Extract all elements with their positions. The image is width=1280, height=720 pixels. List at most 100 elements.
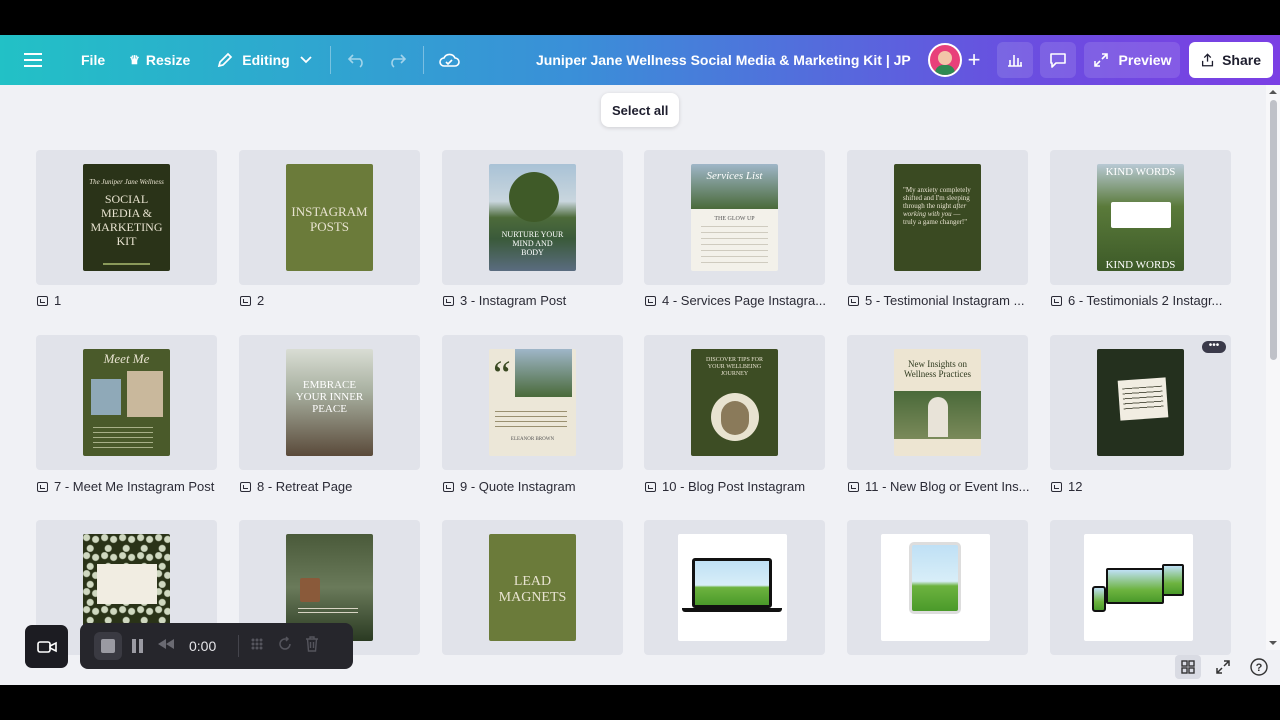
page-icon (443, 295, 454, 306)
select-all-button[interactable]: Select all (601, 93, 680, 127)
expand-icon (1093, 53, 1108, 67)
tablet-screen (1162, 564, 1184, 596)
page-tile-16[interactable] (644, 520, 825, 655)
page-thumbnail: KIND WORDS KIND WORDS (1097, 164, 1184, 271)
laptop-screen (692, 558, 772, 608)
fullscreen-button[interactable] (1212, 655, 1234, 679)
page-label-text: 9 - Quote Instagram (460, 479, 576, 494)
page-icon (848, 481, 859, 492)
page-tile-18[interactable] (1050, 520, 1231, 655)
crown-icon: ♛ (129, 53, 140, 67)
thumbnail-title: NURTURE YOUR MIND AND BODY (501, 230, 564, 257)
editing-mode-button[interactable]: Editing (206, 42, 321, 78)
page-tile-17[interactable] (847, 520, 1028, 655)
page-tile-5[interactable]: "My anxiety completely shifted and I'm s… (847, 150, 1028, 285)
video-camera-icon (36, 640, 57, 653)
page-thumbnail: NURTURE YOUR MIND AND BODY (489, 164, 576, 271)
page-tile-12[interactable]: ••• (1050, 335, 1231, 470)
redo-button[interactable] (377, 42, 417, 78)
tree-photo (515, 349, 572, 397)
text-lines (1122, 385, 1164, 411)
add-collaborator-button[interactable]: + (960, 43, 988, 77)
undo-button[interactable] (337, 42, 377, 78)
tablet-screen (909, 542, 961, 614)
page-label-text: 3 - Instagram Post (460, 293, 567, 308)
page-tile-15[interactable]: LEAD MAGNETS (442, 520, 623, 655)
bar-chart-icon (1008, 55, 1022, 67)
quote-mark-icon: “ (493, 352, 511, 397)
page-label: 6 - Testimonials 2 Instagr... (1051, 293, 1236, 308)
toolbar-divider (329, 46, 331, 74)
thumbnail-title: Services List (706, 170, 763, 182)
select-all-label: Select all (612, 102, 669, 118)
thumbnail-author: ELEANOR BROWN (510, 437, 555, 442)
page-label-text: 1 (54, 293, 62, 308)
page-tile-4[interactable]: Services List THE GLOW UP (644, 150, 825, 285)
page-thumbnail (881, 534, 990, 641)
scroll-down-icon (1269, 641, 1277, 645)
share-icon (1201, 53, 1214, 67)
plus-icon: + (967, 47, 981, 72)
page-icon (37, 481, 48, 492)
scrollbar-thumb[interactable] (1270, 100, 1277, 360)
document-title[interactable]: Juniper Jane Wellness Social Media & Mar… (536, 35, 911, 85)
resize-button[interactable]: ♛ Resize (119, 42, 200, 78)
trash-icon (306, 635, 319, 652)
thumbnail-subtitle: THE GLOW UP (714, 216, 755, 222)
file-label: File (81, 52, 106, 68)
page-thumbnail: The Juniper Jane Wellness SOCIAL MEDIA & M… (83, 164, 170, 271)
avatar[interactable] (928, 43, 962, 77)
laptop-screen (1106, 568, 1164, 604)
file-menu-button[interactable]: File (71, 42, 115, 78)
rewind-button[interactable] (157, 637, 175, 655)
thumbnail-title: Meet Me (103, 351, 150, 366)
comment-icon (1050, 53, 1066, 68)
page-label: 12 (1051, 479, 1236, 494)
page-label: 11 - New Blog or Event Ins... (848, 479, 1033, 494)
rewind-icon (158, 639, 174, 649)
preview-button[interactable]: Preview (1084, 42, 1180, 78)
page-icon (645, 481, 656, 492)
page-label: 7 - Meet Me Instagram Post (37, 479, 222, 494)
page-tile-6[interactable]: KIND WORDS KIND WORDS (1050, 150, 1231, 285)
top-toolbar: File ♛ Resize Editing Juniper Jane Welln… (0, 35, 1280, 85)
page-label-text: 6 - Testimonials 2 Instagr... (1068, 293, 1223, 308)
drag-handle[interactable] (249, 636, 265, 657)
page-thumbnail (1084, 534, 1193, 641)
insights-button[interactable] (997, 42, 1033, 78)
undo-icon (347, 54, 363, 68)
page-thumbnail: INSTAGRAM POSTS (286, 164, 373, 271)
page-label-text: 4 - Services Page Instagra... (662, 293, 827, 308)
phone-screen (1092, 586, 1106, 612)
page-tile-7[interactable]: Meet Me (36, 335, 217, 470)
page-tile-10[interactable]: DISCOVER TIPS FOR YOUR WELLBEING JOURNEY (644, 335, 825, 470)
page-tile-11[interactable]: New Insights on Wellness Practices (847, 335, 1028, 470)
page-tile-9[interactable]: “ ELEANOR BROWN (442, 335, 623, 470)
thumbnail-title: New Insights on Wellness Practices (903, 359, 971, 379)
page-label-text: 10 - Blog Post Instagram (662, 479, 806, 494)
help-button[interactable]: ? (1248, 655, 1270, 679)
page-tile-2[interactable]: INSTAGRAM POSTS (239, 150, 420, 285)
page-tile-8[interactable]: EMBRACE YOUR INNER PEACE (239, 335, 420, 470)
share-button[interactable]: Share (1189, 42, 1273, 78)
delete-recording-button[interactable] (305, 635, 319, 657)
avatar-body (935, 65, 955, 75)
camera-toggle-button[interactable] (25, 625, 68, 668)
page-tile-1[interactable]: The Juniper Jane Wellness SOCIAL MEDIA & M… (36, 150, 217, 285)
stop-recording-button[interactable] (94, 632, 122, 660)
pause-button[interactable] (132, 639, 143, 653)
page-tile-3[interactable]: NURTURE YOUR MIND AND BODY (442, 150, 623, 285)
page-options-button[interactable]: ••• (1202, 341, 1226, 353)
thumbnail-title: KIND WORDS (1105, 166, 1176, 178)
restart-button[interactable] (277, 635, 293, 657)
page-grid-view: Select all The Juniper Jane Wellness SOC… (0, 85, 1280, 685)
page-label-text: 5 - Testimonial Instagram ... (865, 293, 1025, 308)
cloud-save-button[interactable] (428, 42, 470, 78)
thumbnail-title: SOCIAL MEDIA & MARKETING KIT (90, 192, 163, 248)
page-label-text: 2 (257, 293, 265, 308)
menu-button[interactable] (14, 42, 52, 78)
comments-button[interactable] (1040, 42, 1076, 78)
toolbar-divider (422, 46, 424, 74)
grid-view-button[interactable] (1175, 655, 1201, 679)
portrait (721, 401, 749, 435)
